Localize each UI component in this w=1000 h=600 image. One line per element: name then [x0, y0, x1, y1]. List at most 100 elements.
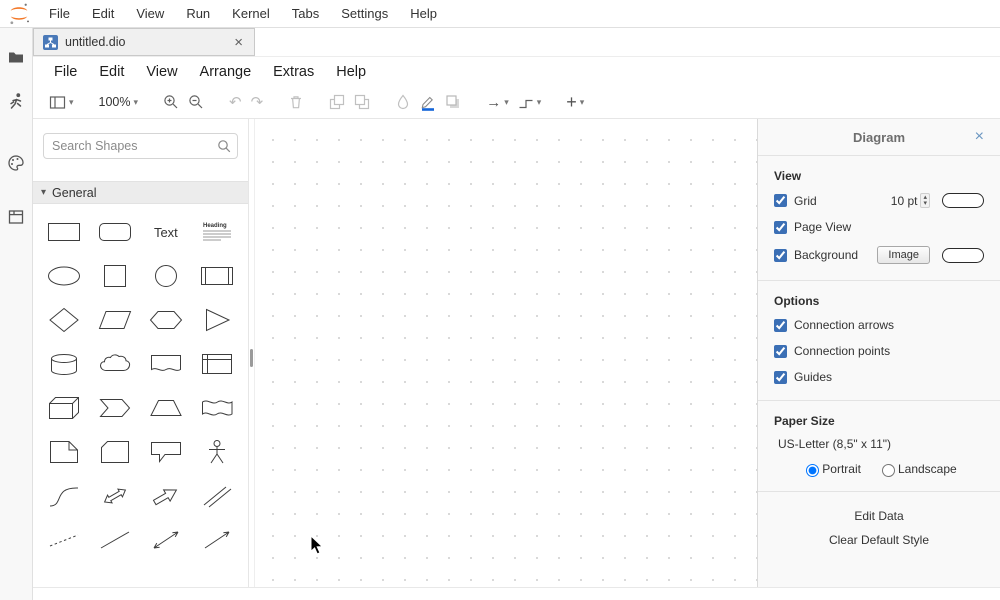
guides-checkbox[interactable] — [774, 371, 787, 384]
shape-circle[interactable] — [141, 256, 192, 296]
shape-dashed-line[interactable] — [39, 520, 90, 560]
portrait-option[interactable]: Portrait — [801, 461, 861, 477]
zoom-out-button[interactable] — [188, 94, 204, 110]
shape-document[interactable] — [141, 344, 192, 384]
zoom-in-button[interactable] — [163, 94, 179, 110]
search-icon[interactable] — [217, 139, 231, 153]
jupyter-menu-file[interactable]: File — [38, 6, 81, 21]
format-panel-close-icon[interactable]: × — [975, 129, 984, 145]
shape-text[interactable]: Text — [141, 212, 192, 252]
shape-textbox[interactable]: Heading — [191, 212, 242, 252]
drawio-menu-edit[interactable]: Edit — [88, 64, 135, 80]
waypoint-style-button[interactable]: ▾ — [518, 95, 542, 110]
background-checkbox[interactable] — [774, 249, 787, 262]
shape-triangle[interactable] — [191, 300, 242, 340]
tab-close-icon[interactable]: × — [232, 35, 245, 50]
to-front-button[interactable] — [329, 94, 345, 110]
zoom-level-value: 100% — [99, 95, 131, 109]
guides-label: Guides — [794, 370, 832, 384]
shape-arrow[interactable] — [141, 476, 192, 516]
background-image-button[interactable]: Image — [877, 246, 930, 264]
page-view-checkbox[interactable] — [774, 221, 787, 234]
drawio-menu-arrange[interactable]: Arrange — [189, 64, 263, 80]
curve-icon — [47, 483, 81, 509]
undo-button[interactable]: ↶ — [229, 95, 242, 110]
background-color-swatch[interactable] — [942, 248, 984, 263]
shape-ellipse[interactable] — [39, 256, 90, 296]
shape-curve[interactable] — [39, 476, 90, 516]
jupyter-menu-settings[interactable]: Settings — [330, 6, 399, 21]
drawio-menu-file[interactable]: File — [43, 64, 88, 80]
clear-default-style-button[interactable]: Clear Default Style — [758, 528, 1000, 552]
zoom-select[interactable]: 100% ▾ — [99, 95, 139, 109]
fill-color-button[interactable] — [395, 94, 411, 110]
command-palette-button[interactable] — [3, 150, 29, 176]
shape-note[interactable] — [39, 432, 90, 472]
shape-cube[interactable] — [39, 388, 90, 428]
shape-actor[interactable] — [191, 432, 242, 472]
connection-style-button[interactable]: → ▾ — [486, 95, 509, 110]
line-color-button[interactable] — [420, 94, 436, 111]
shape-tape[interactable] — [191, 388, 242, 428]
arrow-icon — [149, 483, 183, 509]
jupyter-menu-view[interactable]: View — [125, 6, 175, 21]
landscape-radio[interactable] — [882, 464, 895, 477]
jupyter-menu-tabs[interactable]: Tabs — [281, 6, 330, 21]
mouse-cursor — [310, 535, 324, 556]
grid-color-swatch[interactable] — [942, 193, 984, 208]
document-icon — [149, 351, 183, 377]
shape-rectangle[interactable] — [39, 212, 90, 252]
shape-cylinder[interactable] — [39, 344, 90, 384]
open-tabs-button[interactable] — [3, 204, 29, 230]
grid-checkbox[interactable] — [774, 194, 787, 207]
view-panels-button[interactable]: ▾ — [49, 95, 74, 110]
to-back-button[interactable] — [354, 94, 370, 110]
shape-parallelogram[interactable] — [90, 300, 141, 340]
jupyter-menu-edit[interactable]: Edit — [81, 6, 125, 21]
grid-size-value[interactable]: 10 pt — [891, 194, 918, 208]
shape-line[interactable] — [90, 520, 141, 560]
shape-directional-connector[interactable] — [191, 520, 242, 560]
redo-button[interactable]: ↷ — [251, 95, 264, 110]
shape-rounded-rectangle[interactable] — [90, 212, 141, 252]
delete-button[interactable] — [288, 94, 304, 110]
shape-card[interactable] — [90, 432, 141, 472]
drawio-canvas[interactable] — [255, 119, 757, 587]
shape-square[interactable] — [90, 256, 141, 296]
shape-bidirectional-arrow[interactable] — [90, 476, 141, 516]
insert-button[interactable]: + ▾ — [566, 93, 584, 111]
shape-step[interactable] — [90, 388, 141, 428]
drawio-menu-help[interactable]: Help — [325, 64, 377, 80]
connection-points-checkbox[interactable] — [774, 345, 787, 358]
line-icon — [98, 527, 132, 553]
file-browser-button[interactable] — [3, 44, 29, 70]
section-general[interactable]: ▾ General — [33, 181, 248, 204]
drawio-menu-extras[interactable]: Extras — [262, 64, 325, 80]
search-shapes-input[interactable] — [43, 133, 238, 159]
landscape-option[interactable]: Landscape — [877, 461, 957, 477]
shape-callout[interactable] — [141, 432, 192, 472]
shape-hexagon[interactable] — [141, 300, 192, 340]
shape-process[interactable] — [191, 256, 242, 296]
shape-internal-storage[interactable] — [191, 344, 242, 384]
drawio-menu-view[interactable]: View — [135, 64, 188, 80]
tab-untitled-dio[interactable]: untitled.dio × — [33, 28, 255, 56]
grid-size-stepper[interactable]: ▴ ▾ — [920, 193, 930, 208]
connection-arrows-checkbox[interactable] — [774, 319, 787, 332]
stepper-down-icon[interactable]: ▾ — [923, 201, 927, 207]
svg-text:Heading: Heading — [203, 223, 227, 229]
running-sessions-button[interactable] — [3, 88, 29, 114]
jupyter-menu-run[interactable]: Run — [175, 6, 221, 21]
shadow-button[interactable] — [445, 94, 461, 110]
paper-size-select[interactable]: US-Letter (8,5" x 11") — [758, 432, 1000, 453]
edit-data-button[interactable]: Edit Data — [758, 504, 1000, 528]
shape-trapezoid[interactable] — [141, 388, 192, 428]
jupyter-menu-kernel[interactable]: Kernel — [221, 6, 281, 21]
shape-cloud[interactable] — [90, 344, 141, 384]
shape-diamond[interactable] — [39, 300, 90, 340]
text-shape-label: Text — [154, 225, 178, 240]
shape-bidirectional-connector[interactable] — [141, 520, 192, 560]
portrait-radio[interactable] — [806, 464, 819, 477]
shape-link[interactable] — [191, 476, 242, 516]
jupyter-menu-help[interactable]: Help — [399, 6, 448, 21]
